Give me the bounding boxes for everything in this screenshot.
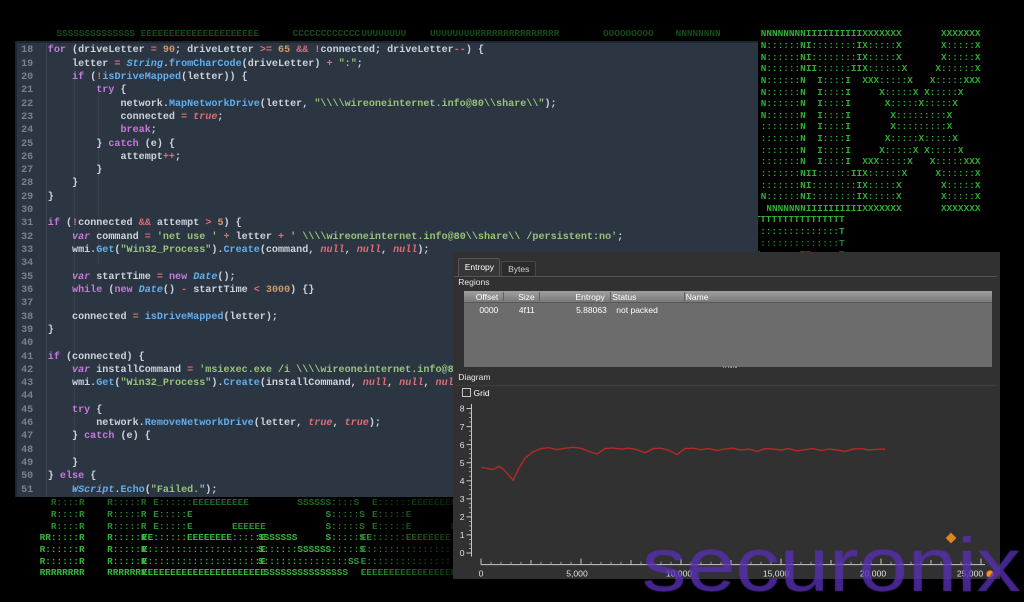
svg-text:3: 3: [460, 494, 465, 504]
svg-text:0: 0: [460, 548, 465, 558]
svg-text:6: 6: [460, 440, 465, 450]
svg-text:0: 0: [479, 569, 484, 579]
svg-text:1: 1: [460, 530, 465, 540]
svg-text:2: 2: [460, 512, 465, 522]
svg-text:5: 5: [460, 458, 465, 468]
svg-text:4: 4: [460, 476, 465, 486]
svg-text:7: 7: [460, 422, 465, 432]
svg-text:5,000: 5,000: [566, 569, 588, 579]
svg-text:8: 8: [460, 404, 465, 414]
